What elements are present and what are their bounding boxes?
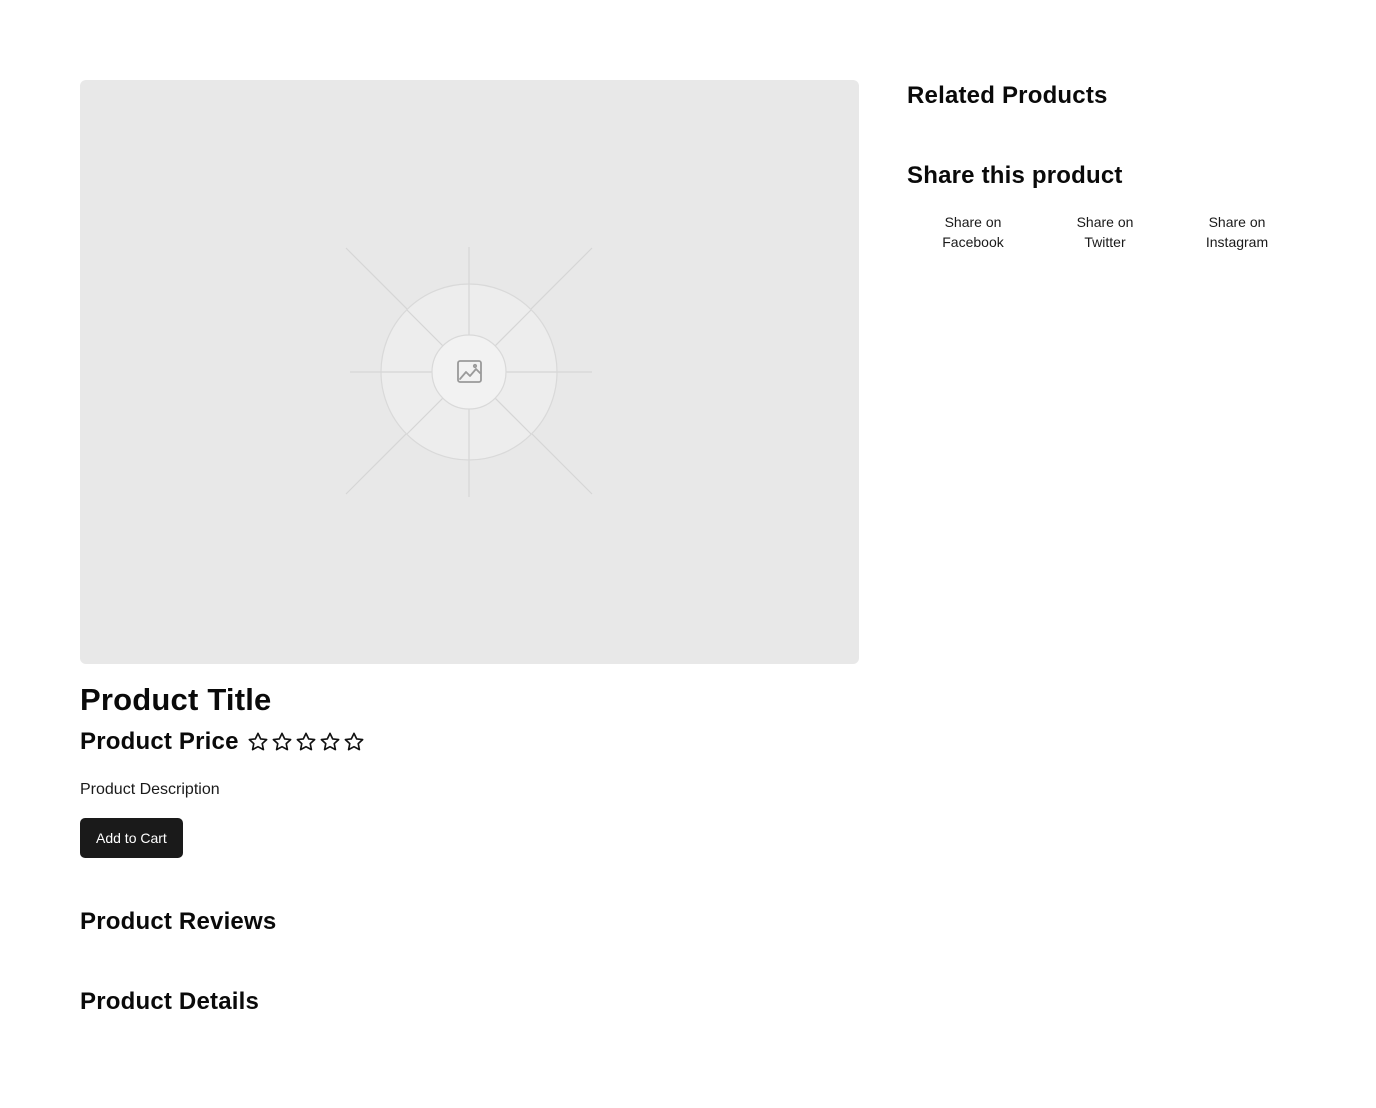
share-instagram-line2: Instagram bbox=[1205, 234, 1269, 250]
star-outline-icon[interactable] bbox=[271, 731, 293, 753]
product-reviews-heading: Product Reviews bbox=[80, 908, 277, 935]
image-placeholder-icon bbox=[345, 247, 593, 497]
star-outline-icon[interactable] bbox=[295, 731, 317, 753]
product-title: Product Title bbox=[80, 682, 272, 717]
share-twitter-link[interactable]: Share on Twitter bbox=[1039, 204, 1171, 260]
add-to-cart-button[interactable]: Add to Cart bbox=[80, 818, 183, 858]
share-instagram-link[interactable]: Share on Instagram bbox=[1171, 204, 1303, 260]
share-twitter-line1: Share on bbox=[1076, 214, 1134, 230]
product-main: Product Title Product Price Product Desc… bbox=[80, 80, 859, 1018]
star-outline-icon[interactable] bbox=[343, 731, 365, 753]
share-facebook-link[interactable]: Share on Facebook bbox=[907, 204, 1039, 260]
star-outline-icon[interactable] bbox=[319, 731, 341, 753]
product-price: Product Price bbox=[80, 728, 239, 755]
share-facebook-line2: Facebook bbox=[942, 234, 1004, 250]
share-heading: Share this product bbox=[907, 162, 1123, 189]
related-products-heading: Related Products bbox=[907, 82, 1108, 109]
product-description: Product Description bbox=[80, 781, 220, 798]
share-twitter-line2: Twitter bbox=[1084, 234, 1126, 250]
star-outline-icon[interactable] bbox=[247, 731, 269, 753]
share-instagram-line1: Share on bbox=[1208, 214, 1266, 230]
share-links: Share on Facebook Share on Twitter Share… bbox=[907, 204, 1307, 260]
share-facebook-line1: Share on bbox=[944, 214, 1002, 230]
price-rating-row: Product Price bbox=[80, 726, 859, 758]
product-image-placeholder bbox=[80, 80, 859, 664]
sidebar: Related Products Share this product Shar… bbox=[907, 80, 1307, 260]
product-details-heading: Product Details bbox=[80, 988, 260, 1015]
rating-stars[interactable] bbox=[247, 731, 365, 753]
